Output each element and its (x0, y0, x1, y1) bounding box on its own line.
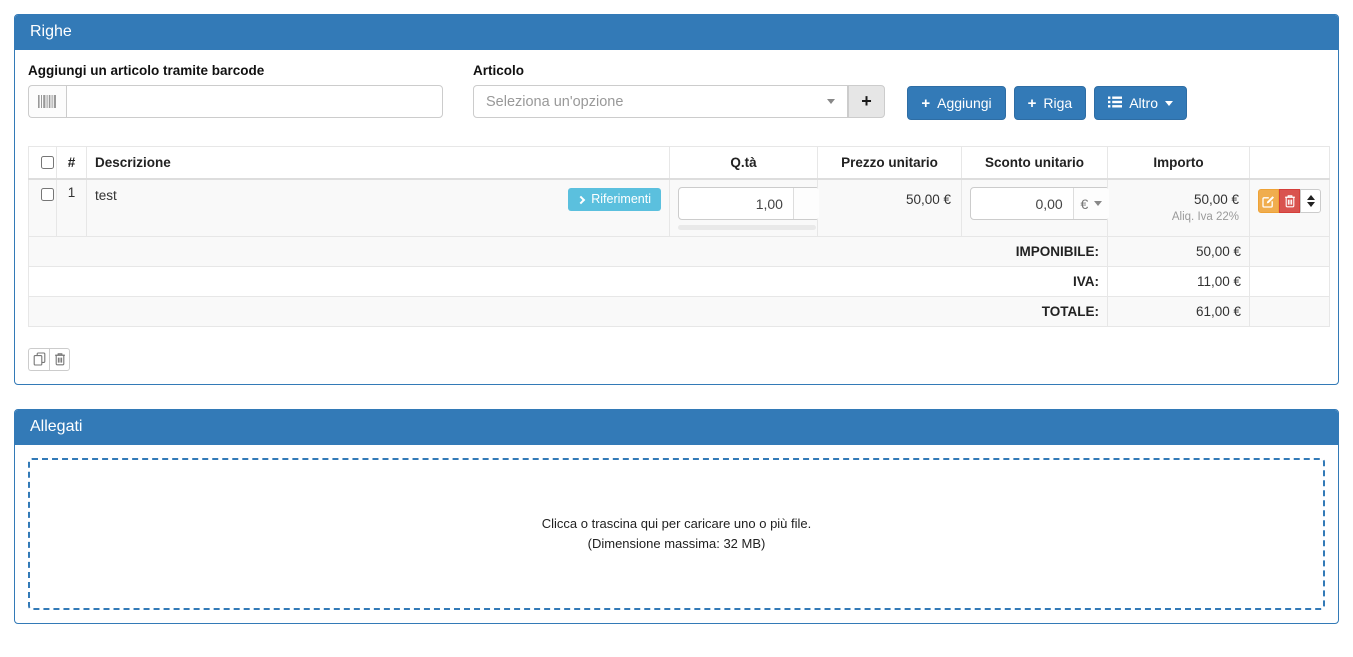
articolo-input-group: Seleziona un'opzione + (473, 85, 885, 118)
copy-icon (33, 352, 45, 366)
importo-cell: 50,00 € Aliq. Iva 22% (1107, 178, 1250, 237)
add-article-form: Aggiungi un articolo tramite barcode Art… (28, 63, 1325, 120)
plus-icon: + (1027, 94, 1037, 112)
page: Righe Aggiungi un articolo tramite barco… (0, 0, 1353, 638)
riga-button[interactable]: + Riga (1013, 86, 1087, 120)
importo-value: 50,00 € (1193, 192, 1239, 207)
sort-row-handle[interactable] (1300, 189, 1321, 213)
sconto-input[interactable] (971, 188, 1073, 219)
imponibile-row: IMPONIBILE: 50,00 € (28, 235, 1330, 267)
delete-row-button[interactable] (1279, 189, 1300, 213)
barcode-field: Aggiungi un articolo tramite barcode (28, 63, 443, 118)
caret-down-icon (1094, 201, 1103, 206)
rows-toolbar: + Aggiungi + Riga Altro (907, 63, 1325, 120)
riferimenti-badge[interactable]: Riferimenti (568, 188, 661, 211)
allegati-panel-header: Allegati (15, 409, 1338, 445)
plus-icon: + (921, 94, 931, 112)
select-all-checkbox[interactable] (41, 156, 54, 169)
trash-icon (54, 353, 65, 366)
col-sconto: Sconto unitario (961, 146, 1108, 180)
total-label: TOTALE: (28, 295, 1108, 327)
allegati-panel: Allegati Clicca o trascina qui per caric… (14, 408, 1339, 624)
duplicate-rows-button[interactable] (28, 347, 49, 371)
dropzone-line1: Clicca o trascina qui per caricare uno o… (541, 516, 812, 531)
add-article-button[interactable]: + (848, 85, 885, 118)
edit-row-button[interactable] (1258, 189, 1279, 213)
articolo-select-placeholder: Seleziona un'opzione (486, 93, 624, 110)
col-descrizione: Descrizione (86, 146, 670, 180)
righe-panel: Righe Aggiungi un articolo tramite barco… (14, 14, 1339, 385)
total-label: IMPONIBILE: (28, 235, 1108, 267)
rows-table-wrap: # Descrizione Q.tà Prezzo unitario Scont… (28, 146, 1330, 327)
riferimenti-badge-label: Riferimenti (591, 192, 651, 206)
trash-icon (1284, 195, 1295, 208)
select-all-cell (28, 146, 57, 180)
qty-input[interactable] (679, 188, 793, 219)
riga-button-label: Riga (1043, 95, 1073, 111)
total-value: 50,00 € (1107, 235, 1250, 267)
barcode-input[interactable] (66, 85, 443, 118)
delete-rows-button[interactable] (49, 347, 70, 371)
barcode-label: Aggiungi un articolo tramite barcode (28, 63, 265, 78)
iva-note: Aliq. Iva 22% (1171, 211, 1239, 223)
row-actions-cell (1249, 178, 1330, 237)
allegati-panel-title: Allegati (30, 417, 83, 435)
altro-button-label: Altro (1129, 95, 1158, 111)
edit-icon (1262, 195, 1274, 208)
sort-icon (1306, 195, 1315, 200)
chevron-down-icon (827, 99, 835, 104)
barcode-input-group (28, 85, 443, 118)
sconto-unit-dropdown[interactable]: € (1072, 188, 1109, 219)
qty-cell (669, 178, 820, 237)
bulk-actions (28, 347, 1325, 371)
righe-panel-title: Righe (30, 23, 72, 40)
aggiungi-button[interactable]: + Aggiungi (907, 86, 1006, 120)
sort-icon (1306, 202, 1315, 207)
unit-price: 50,00 € (817, 178, 962, 237)
row-number: 1 (56, 178, 87, 237)
row-checkbox-cell (28, 178, 57, 237)
empty-cell (1249, 265, 1330, 297)
sconto-unit-label: € (1080, 195, 1089, 212)
row-checkbox[interactable] (41, 188, 54, 201)
qty-stock-bar (678, 225, 816, 230)
table-row: 1 test Riferimenti 1,00 50,00 € 0,00 € 5… (28, 178, 1330, 237)
righe-panel-header: Righe (15, 15, 1338, 50)
plus-icon: + (861, 91, 872, 111)
totale-row: TOTALE: 61,00 € (28, 295, 1330, 327)
col-actions (1249, 146, 1330, 180)
qty-addon (792, 188, 819, 219)
allegati-panel-body: Clicca o trascina qui per caricare uno o… (15, 445, 1338, 623)
total-value: 11,00 € (1107, 265, 1250, 297)
sconto-cell: € (961, 178, 1110, 237)
iva-row: IVA: 11,00 € (28, 265, 1330, 297)
file-dropzone[interactable]: Clicca o trascina qui per caricare uno o… (28, 457, 1325, 610)
altro-button[interactable]: Altro (1094, 86, 1187, 120)
barcode-icon (28, 85, 66, 118)
righe-panel-body: Aggiungi un articolo tramite barcode Art… (15, 50, 1338, 384)
articolo-select[interactable]: Seleziona un'opzione (473, 85, 848, 118)
col-qta: Q.tà (669, 146, 818, 180)
table-header-row: # Descrizione Q.tà Prezzo unitario Scont… (28, 146, 1330, 180)
caret-down-icon (1165, 100, 1173, 106)
aggiungi-button-label: Aggiungi (937, 95, 992, 111)
list-icon (1108, 95, 1123, 111)
col-num: # (56, 146, 87, 180)
rows-table: # Descrizione Q.tà Prezzo unitario Scont… (28, 146, 1330, 327)
dropzone-line2: (Dimensione massima: 32 MB) (587, 536, 766, 551)
articolo-field: Articolo Seleziona un'opzione + (473, 63, 885, 118)
chevron-right-icon (577, 195, 586, 204)
row-description: test (95, 188, 117, 203)
articolo-label: Articolo (473, 63, 525, 78)
row-description-cell: test Riferimenti (86, 178, 670, 237)
empty-cell (1249, 235, 1330, 267)
total-label: IVA: (28, 265, 1108, 297)
total-value: 61,00 € (1107, 295, 1250, 327)
col-prezzo: Prezzo unitario (817, 146, 962, 180)
empty-cell (1249, 295, 1330, 327)
col-importo: Importo (1107, 146, 1250, 180)
